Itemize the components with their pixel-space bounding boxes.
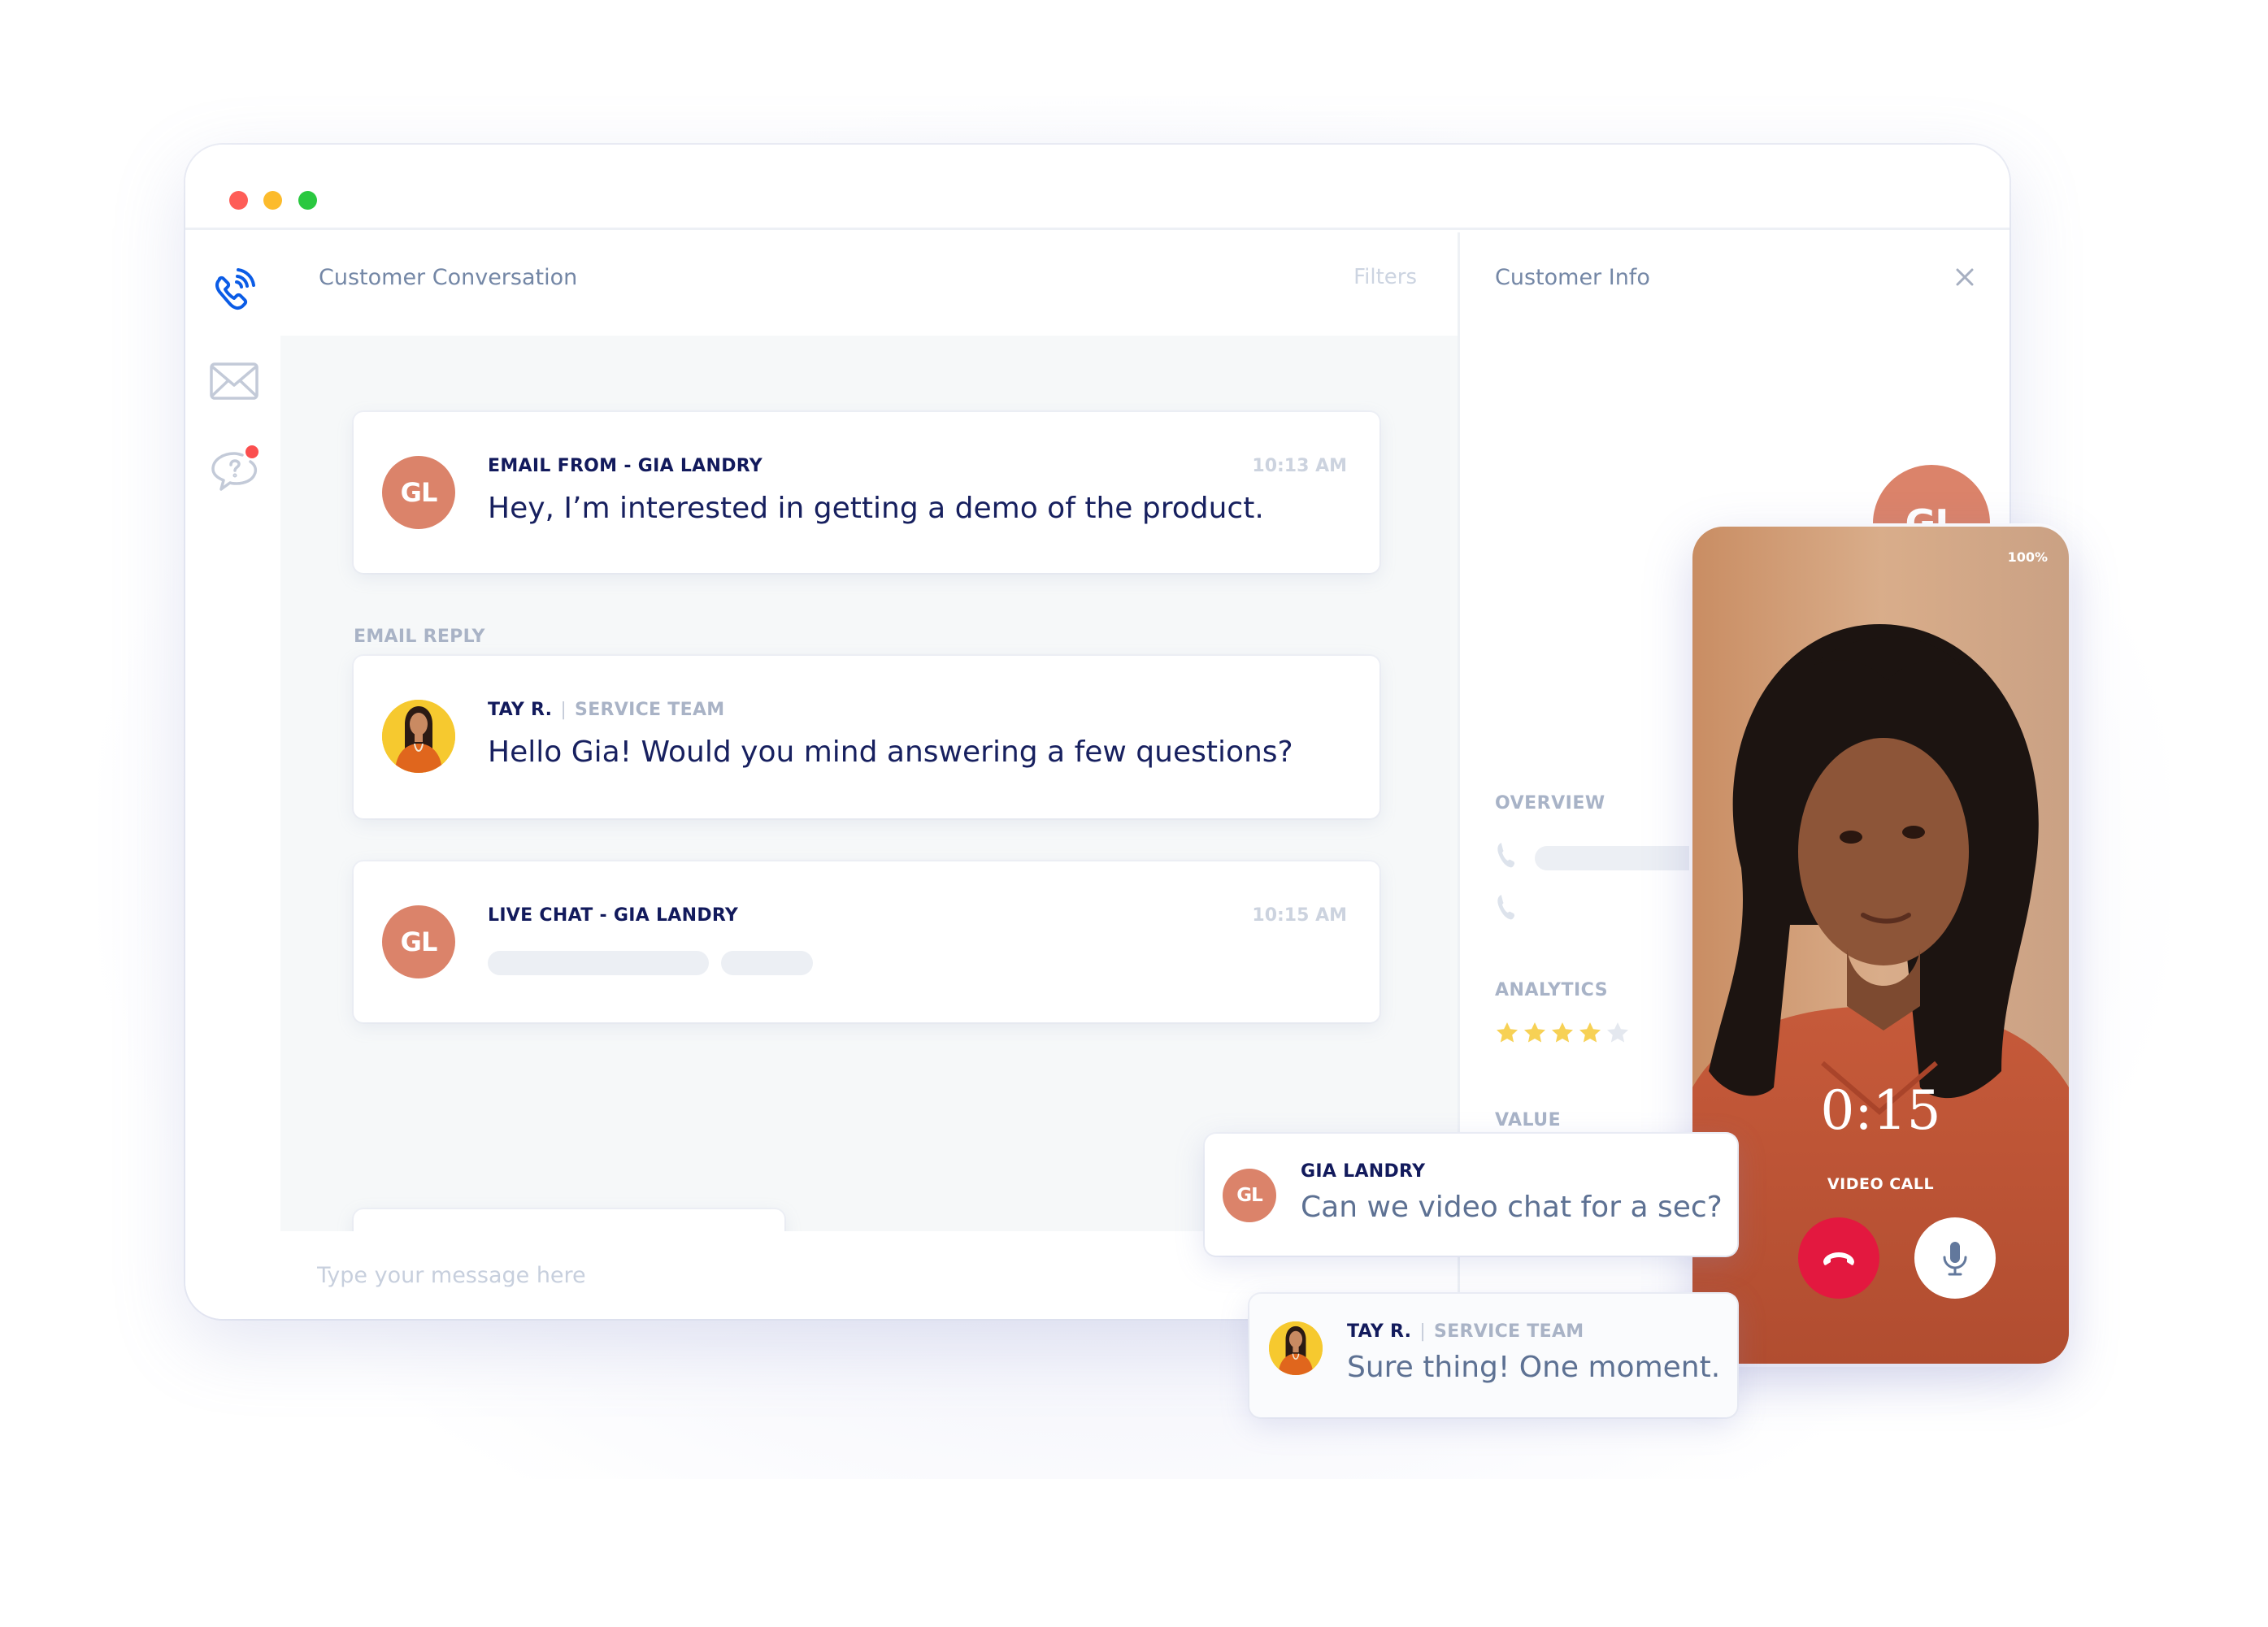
sender-name: TAY R.	[488, 700, 553, 720]
sidebar-item-email[interactable]	[208, 354, 260, 406]
agent-avatar	[382, 700, 455, 773]
team-name: SERVICE TEAM	[575, 700, 725, 720]
star-filled-icon	[1495, 1021, 1519, 1045]
avatar: GL	[382, 456, 455, 529]
close-panel-button[interactable]	[1953, 265, 1977, 289]
agent-avatar	[1269, 1321, 1323, 1375]
conversation-title: Customer Conversation	[319, 265, 578, 290]
overview-label: OVERVIEW	[1495, 793, 1605, 814]
analytics-label: ANALYTICS	[1495, 980, 1609, 1000]
sidebar-item-help-chat[interactable]	[208, 444, 260, 496]
conversation-header: Customer Conversation Filters	[280, 232, 1458, 336]
message-input[interactable]	[317, 1256, 1293, 1295]
phone-icon	[1495, 840, 1519, 870]
sender-name: GIA LANDRY	[1301, 1161, 1426, 1182]
call-type-label: VIDEO CALL	[1827, 1175, 1935, 1193]
message-timestamp: 10:13 AM	[1252, 456, 1347, 476]
star-empty-icon	[1605, 1021, 1630, 1045]
message-label: EMAIL FROM - GIA LANDRY	[488, 456, 763, 476]
message-placeholder-line	[721, 951, 813, 975]
live-chat-card[interactable]: GL LIVE CHAT - GIA LANDRY 10:15 AM	[354, 861, 1379, 1022]
envelope-icon	[210, 362, 259, 400]
email-message-card[interactable]: GL EMAIL FROM - GIA LANDRY 10:13 AM Hey,…	[354, 412, 1379, 573]
phone-icon	[1495, 892, 1519, 922]
team-name: SERVICE TEAM	[1434, 1321, 1584, 1342]
minimize-window-button[interactable]	[263, 191, 282, 210]
notification-badge	[245, 445, 259, 458]
customer-info-title: Customer Info	[1495, 265, 1650, 290]
hang-up-icon	[1823, 1252, 1854, 1265]
sidebar	[185, 232, 280, 1319]
agent-portrait-image	[382, 700, 455, 773]
caller-portrait-image	[1692, 527, 2069, 1364]
message-label: TAY R. | SERVICE TEAM	[488, 700, 724, 720]
filters-button[interactable]: Filters	[1353, 265, 1417, 289]
chat-bubble-customer: GL GIA LANDRY Can we video chat for a se…	[1205, 1134, 1737, 1256]
email-reply-label: EMAIL REPLY	[354, 627, 485, 647]
star-filled-icon	[1578, 1021, 1602, 1045]
rating-stars	[1495, 1021, 1630, 1045]
end-call-button[interactable]	[1798, 1217, 1879, 1299]
agent-portrait-image	[1269, 1321, 1323, 1375]
chat-message-text: Can we video chat for a sec?	[1301, 1191, 1723, 1224]
message-timestamp: 10:15 AM	[1252, 905, 1347, 926]
chat-message-text: Sure thing! One moment.	[1347, 1351, 1721, 1384]
label-separator: |	[560, 700, 567, 720]
message-label: TAY R. | SERVICE TEAM	[1347, 1321, 1584, 1342]
message-label: LIVE CHAT - GIA LANDRY	[488, 905, 739, 926]
maximize-window-button[interactable]	[298, 191, 317, 210]
star-filled-icon	[1550, 1021, 1575, 1045]
sidebar-item-phone[interactable]	[208, 265, 260, 317]
avatar: GL	[1223, 1169, 1276, 1222]
video-call-window: 100% 0:15 VIDEO CALL	[1692, 527, 2069, 1364]
caller-video-feed	[1692, 527, 2069, 1364]
chat-bubble-agent: TAY R. | SERVICE TEAM Sure thing! One mome…	[1249, 1294, 1737, 1417]
label-separator: |	[1419, 1321, 1427, 1342]
close-icon	[1956, 268, 1974, 286]
message-text: Hello Gia! Would you mind answering a fe…	[488, 735, 1293, 769]
message-placeholder-line	[488, 951, 709, 975]
phone-ringing-icon	[215, 268, 255, 310]
message-text: Hey, I’m interested in getting a demo of…	[488, 492, 1264, 525]
microphone-icon	[1943, 1242, 1967, 1276]
phone-placeholder-line	[1535, 846, 1714, 870]
email-reply-card[interactable]: TAY R. | SERVICE TEAM Hello Gia! Would you…	[354, 656, 1379, 818]
value-label: VALUE	[1495, 1110, 1562, 1130]
sender-name: TAY R.	[1347, 1321, 1412, 1342]
close-window-button[interactable]	[229, 191, 248, 210]
avatar: GL	[382, 905, 455, 978]
microphone-button[interactable]	[1914, 1217, 1996, 1299]
star-filled-icon	[1523, 1021, 1547, 1045]
battery-indicator: 100%	[2007, 549, 2048, 565]
call-timer: 0:15	[1820, 1079, 1941, 1142]
title-bar	[185, 145, 2009, 230]
